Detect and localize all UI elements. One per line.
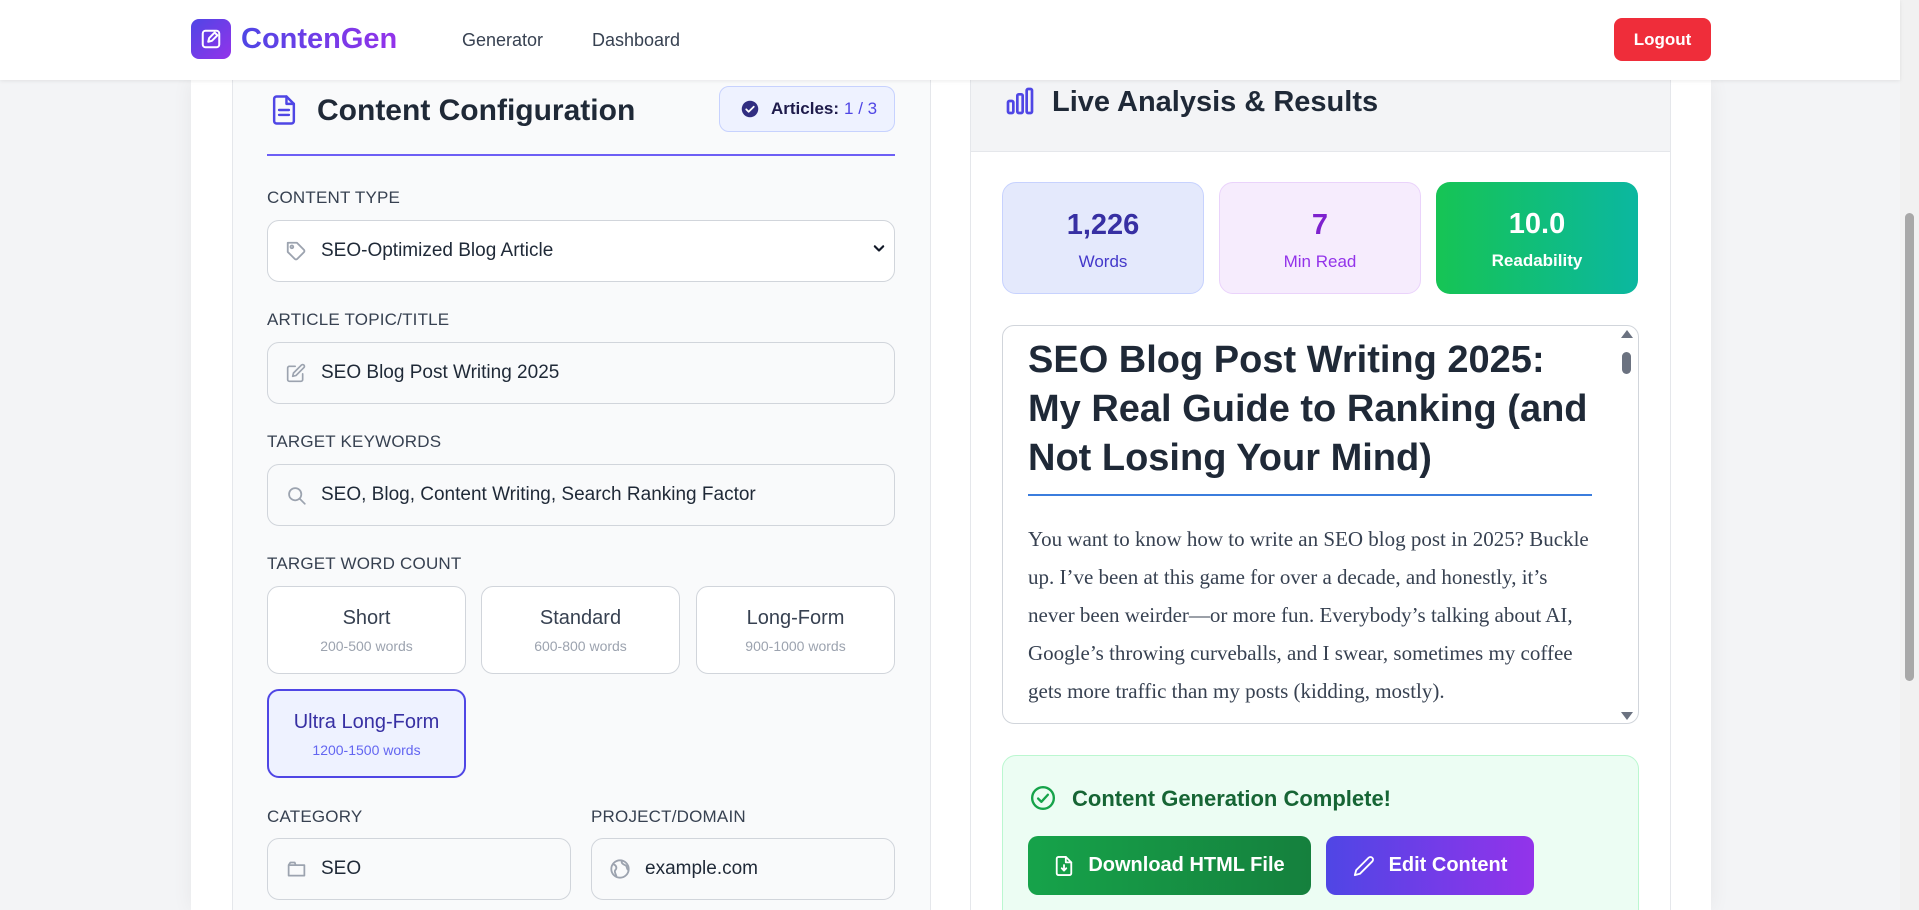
- generation-complete-title: Content Generation Complete!: [1072, 786, 1392, 811]
- project-label: PROJECT/DOMAIN: [591, 807, 746, 826]
- stat-min-read: 7 Min Read: [1219, 182, 1421, 294]
- word-count-option-range: 1200-1500 words: [312, 742, 421, 758]
- scroll-thumb[interactable]: [1622, 352, 1631, 374]
- topic-input[interactable]: SEO Blog Post Writing 2025: [267, 342, 895, 404]
- download-html-button[interactable]: Download HTML File: [1028, 836, 1311, 895]
- download-html-label: Download HTML File: [1088, 854, 1285, 876]
- globe-icon: [609, 858, 631, 880]
- folder-icon: [285, 858, 307, 880]
- word-count-label: TARGET WORD COUNT: [267, 554, 462, 573]
- tag-icon: [285, 240, 307, 262]
- word-count-option-range: 200-500 words: [320, 638, 413, 654]
- keywords-value: SEO, Blog, Content Writing, Search Ranki…: [321, 484, 756, 505]
- word-count-option-title: Standard: [539, 607, 622, 629]
- top-navbar: ContenGen Generator Dashboard Logout: [0, 0, 1900, 80]
- content-type-select[interactable]: SEO-Optimized Blog Article: [267, 220, 895, 282]
- word-count-standard[interactable]: Standard 600-800 words: [481, 586, 680, 674]
- category-label: CATEGORY: [267, 807, 363, 826]
- articles-count: 1 / 3: [844, 99, 878, 118]
- stat-words: 1,226 Words: [1002, 182, 1204, 294]
- article-body: You want to know how to write an SEO blo…: [1028, 527, 1589, 703]
- logout-button[interactable]: Logout: [1614, 18, 1711, 61]
- check-circle-icon: [741, 100, 759, 118]
- brand[interactable]: ContenGen: [191, 19, 397, 59]
- nav-link-generator[interactable]: Generator: [462, 30, 543, 51]
- articles-label: Articles:: [771, 99, 840, 118]
- word-count-short[interactable]: Short 200-500 words: [267, 586, 466, 674]
- article-preview-content: SEO Blog Post Writing 2025: My Real Guid…: [1028, 336, 1592, 710]
- bar-chart-icon: [1004, 85, 1036, 122]
- nav-link-dashboard[interactable]: Dashboard: [592, 30, 680, 51]
- word-count-option-range: 600-800 words: [534, 638, 627, 654]
- project-input[interactable]: example.com: [591, 838, 895, 900]
- word-count-ultra-long-form[interactable]: Ultra Long-Form 1200-1500 words: [267, 689, 466, 778]
- word-count-long-form[interactable]: Long-Form 900-1000 words: [696, 586, 895, 674]
- brand-name: ContenGen: [241, 22, 398, 55]
- article-preview[interactable]: SEO Blog Post Writing 2025: My Real Guid…: [1002, 325, 1639, 724]
- word-count-option-title: Short: [342, 607, 391, 629]
- stat-min-read-value: 7: [1311, 209, 1329, 241]
- chevron-down-icon: [869, 238, 889, 264]
- stat-readability-value: 10.0: [1508, 208, 1566, 240]
- document-icon: [269, 94, 299, 131]
- stat-readability-label: Readability: [1491, 251, 1583, 270]
- search-icon: [285, 484, 307, 506]
- analysis-title: Live Analysis & Results: [1052, 86, 1379, 118]
- page-scrollbar[interactable]: [1900, 0, 1919, 910]
- article-heading: SEO Blog Post Writing 2025: My Real Guid…: [1028, 336, 1592, 496]
- articles-badge: Articles: 1 / 3: [719, 86, 895, 132]
- topic-value: SEO Blog Post Writing 2025: [321, 362, 560, 383]
- stat-words-value: 1,226: [1066, 209, 1140, 241]
- word-count-option-title: Ultra Long-Form: [293, 711, 440, 733]
- content-type-label: CONTENT TYPE: [267, 188, 401, 207]
- scroll-down-arrow-icon[interactable]: [1621, 712, 1633, 720]
- check-circle-icon: [1030, 785, 1056, 816]
- stat-min-read-label: Min Read: [1283, 252, 1357, 271]
- download-file-icon: [1056, 855, 1073, 876]
- edit-content-label: Edit Content: [1388, 854, 1508, 876]
- keywords-label: TARGET KEYWORDS: [267, 432, 442, 451]
- keywords-input[interactable]: SEO, Blog, Content Writing, Search Ranki…: [267, 464, 895, 526]
- pencil-icon: [1353, 855, 1374, 876]
- edit-content-button[interactable]: Edit Content: [1326, 836, 1534, 895]
- category-select[interactable]: SEO: [267, 838, 571, 900]
- topic-label: ARTICLE TOPIC/TITLE: [267, 310, 450, 329]
- stat-words-label: Words: [1078, 252, 1128, 271]
- page-scroll-thumb[interactable]: [1905, 213, 1914, 681]
- word-count-option-range: 900-1000 words: [745, 638, 846, 654]
- category-value: SEO: [321, 858, 362, 879]
- preview-scrollbar[interactable]: [1620, 330, 1633, 720]
- scroll-up-arrow-icon[interactable]: [1621, 330, 1633, 338]
- content-type-value: SEO-Optimized Blog Article: [321, 240, 554, 261]
- pencil-icon: [285, 362, 307, 384]
- word-count-option-title: Long-Form: [746, 607, 845, 629]
- stat-readability: 10.0 Readability: [1436, 182, 1638, 294]
- edit-square-icon: [191, 19, 231, 59]
- project-value: example.com: [645, 858, 758, 879]
- config-title: Content Configuration: [317, 94, 636, 127]
